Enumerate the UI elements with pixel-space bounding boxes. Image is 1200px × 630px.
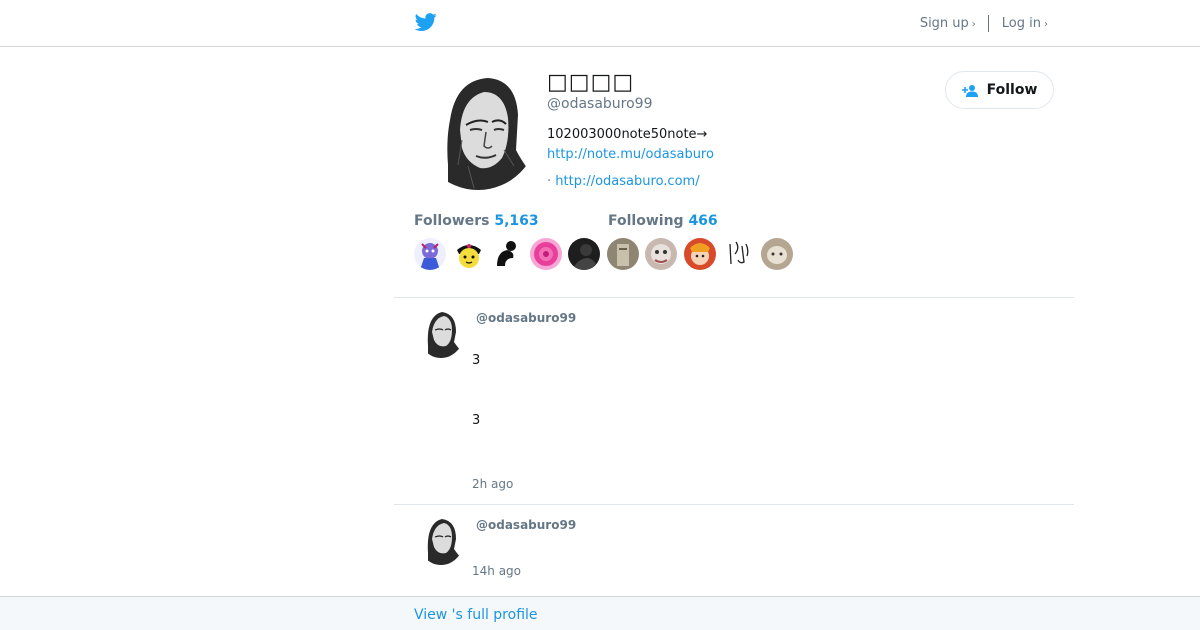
profile-website-row: · http://odasaburo.com/ <box>547 174 700 189</box>
bio-link[interactable]: http://note.mu/odasaburo <box>547 145 714 165</box>
follower-avatar[interactable] <box>645 238 677 270</box>
location-separator: · <box>547 174 552 189</box>
followers-stat[interactable]: Followers 5,163 <box>414 213 539 229</box>
follower-avatar[interactable] <box>491 238 523 270</box>
auth-nav: Sign up › Log in › <box>920 15 1048 32</box>
tweet-text-line: 3 <box>472 353 481 368</box>
tweet-timestamp[interactable]: 2h ago <box>472 477 513 491</box>
follower-avatar[interactable] <box>606 238 639 270</box>
add-user-icon <box>961 84 978 97</box>
following-label: Following <box>608 213 684 229</box>
tweet-timestamp[interactable]: 14h ago <box>472 564 521 578</box>
login-link[interactable]: Log in › <box>1002 16 1048 31</box>
follow-label: Follow <box>986 82 1038 98</box>
chevron-right-icon: › <box>971 19 976 30</box>
profile-handle: @odasaburo99 <box>547 96 653 112</box>
follower-avatar[interactable] <box>414 238 446 270</box>
login-label: Log in <box>1001 16 1041 31</box>
profile-footer: View 's full profile <box>0 596 1200 630</box>
tweet-divider <box>394 504 1074 505</box>
followers-label: Followers <box>414 213 490 229</box>
profile-bio: 102003000note50note→ http://note.mu/odas… <box>547 125 714 165</box>
bio-text: 102003000note50note→ <box>547 127 708 142</box>
tweet-avatar[interactable] <box>418 515 464 565</box>
twitter-bird-icon[interactable] <box>414 11 438 33</box>
follower-avatar[interactable] <box>760 238 793 270</box>
tweet-avatar[interactable] <box>418 308 464 358</box>
follow-button[interactable]: Follow <box>945 71 1054 109</box>
section-divider <box>394 297 1074 298</box>
follower-avatar[interactable] <box>529 238 562 270</box>
follower-avatar[interactable] <box>683 238 716 270</box>
tweet-handle[interactable]: @odasaburo99 <box>476 311 576 325</box>
follower-avatars <box>414 238 799 270</box>
tweet-text-line: 3 <box>472 413 481 428</box>
follower-avatar[interactable] <box>722 238 754 270</box>
nav-divider <box>987 15 989 32</box>
following-stat[interactable]: Following 466 <box>608 213 718 229</box>
signup-label: Sign up <box>919 16 969 31</box>
profile-name: □□□□ <box>547 70 635 95</box>
chevron-right-icon: › <box>1044 19 1048 30</box>
signup-link[interactable]: Sign up › <box>920 16 976 31</box>
followers-count: 5,163 <box>494 213 539 229</box>
following-count: 466 <box>688 213 718 229</box>
follower-avatar[interactable] <box>568 238 600 270</box>
view-full-profile-link[interactable]: View 's full profile <box>414 607 538 623</box>
website-link[interactable]: http://odasaburo.com/ <box>555 174 699 189</box>
tweet-handle[interactable]: @odasaburo99 <box>476 518 576 532</box>
profile-avatar[interactable] <box>418 70 538 190</box>
top-bar: Sign up › Log in › <box>0 0 1200 47</box>
portrait-sketch-image <box>418 70 538 190</box>
follower-avatar[interactable] <box>452 238 485 270</box>
